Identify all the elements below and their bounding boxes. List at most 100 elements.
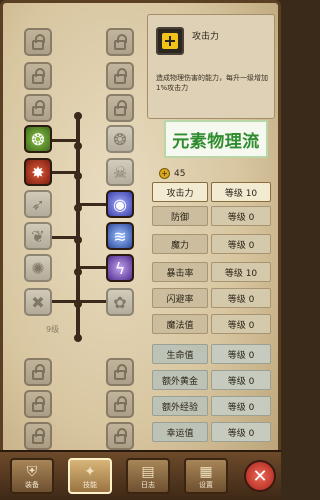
skill-slot-locked[interactable]: [24, 28, 52, 56]
skill-slot-unlearned[interactable]: ❦: [24, 222, 52, 250]
skill-slot-poison[interactable]: ❂: [24, 125, 52, 153]
lock-icon: [114, 364, 127, 380]
wind-icon: ✺: [31, 258, 45, 278]
stat-row-dodge[interactable]: 闪避率 等级 0: [152, 288, 272, 308]
skill-points: + 45: [159, 168, 185, 179]
tier-label: 9级: [46, 325, 60, 334]
stat-level: 等级 0: [211, 396, 271, 416]
skill-slot-unlearned[interactable]: ✺: [24, 254, 52, 282]
map-icon: ▦: [199, 464, 213, 480]
stat-name: 防御: [152, 206, 208, 226]
lock-icon: [32, 396, 45, 412]
skill-slot-locked[interactable]: [24, 422, 52, 450]
skill-description: 造成物理伤害的能力，每升一级增加1%攻击力: [156, 74, 268, 92]
skill-icon: [156, 27, 184, 55]
stat-name: 魔力: [152, 234, 208, 254]
stat-row-mana[interactable]: 魔法值 等级 0: [152, 314, 272, 334]
lock-icon: [114, 34, 127, 50]
stat-level: 等级 10: [211, 182, 271, 202]
shield-icon: ⛨: [26, 464, 38, 480]
stat-level: 等级 0: [211, 370, 271, 390]
skill-slot-locked[interactable]: [24, 62, 52, 90]
stat-row-exp[interactable]: 额外经验 等级 0: [152, 396, 272, 416]
stat-name: 幸运值: [152, 422, 208, 442]
skill-slot-locked[interactable]: [24, 94, 52, 122]
lock-icon: [114, 68, 127, 84]
stat-level: 等级 10: [211, 262, 271, 282]
tree-knot: [74, 112, 82, 120]
stat-row-gold[interactable]: 额外黄金 等级 0: [152, 370, 272, 390]
stat-level: 等级 0: [211, 288, 271, 308]
stat-name: 额外黄金: [152, 370, 208, 390]
dragon-icon: ❦: [31, 226, 45, 246]
claw-icon: ➶: [31, 194, 45, 214]
stat-row-luck[interactable]: 幸运值 等级 0: [152, 422, 272, 442]
stat-level: 等级 0: [211, 314, 271, 334]
stat-row-defense[interactable]: 防御 等级 0: [152, 206, 272, 226]
skill-slot-locked[interactable]: [24, 358, 52, 386]
lock-icon: [32, 68, 45, 84]
skill-slot-unlearned[interactable]: ✿: [106, 288, 134, 316]
nav-label: 技能: [83, 481, 97, 489]
skill-slot-eye[interactable]: ◉: [106, 190, 134, 218]
stat-row-crit[interactable]: 暴击率 等级 10: [152, 262, 272, 282]
tree-branch: [52, 300, 78, 303]
skill-slot-unlearned[interactable]: ➶: [24, 190, 52, 218]
plus-coin-icon: +: [159, 168, 170, 179]
close-icon: ✕: [252, 465, 268, 487]
skill-slot-unlearned[interactable]: ✖: [24, 288, 52, 316]
stat-row-hp[interactable]: 生命值 等级 0: [152, 344, 272, 364]
tree-branch: [52, 171, 78, 174]
tree-branch: [52, 236, 78, 239]
tree-branch: [78, 300, 106, 303]
book-icon: ▤: [141, 464, 155, 480]
vortex-icon: ✿: [113, 292, 127, 312]
eye-icon: ◉: [113, 194, 127, 214]
stat-level: 等级 0: [211, 206, 271, 226]
stat-name: 生命值: [152, 344, 208, 364]
skill-slot-fire[interactable]: ✸: [24, 158, 52, 186]
tree-branch: [52, 139, 78, 142]
stat-row-attack[interactable]: 攻击力 等级 10: [152, 182, 272, 202]
skill-slot-locked[interactable]: [106, 358, 134, 386]
tree-branch: [78, 203, 106, 206]
nav-label: 日志: [141, 481, 155, 489]
nav-settings-button[interactable]: ▦ 设置: [184, 458, 228, 494]
skill-slot-water[interactable]: ≋: [106, 222, 134, 250]
stat-name: 闪避率: [152, 288, 208, 308]
nav-equipment-button[interactable]: ⛨ 装备: [10, 458, 54, 494]
skill-slot-unlearned[interactable]: ❂: [106, 125, 134, 153]
nav-skills-button[interactable]: ✦ 技能: [68, 458, 112, 494]
nav-log-button[interactable]: ▤ 日志: [126, 458, 170, 494]
skill-slot-locked[interactable]: [106, 28, 134, 56]
fire-skull-icon: ✸: [31, 162, 45, 182]
lock-icon: [32, 100, 45, 116]
wave-icon: ≋: [113, 226, 127, 246]
attack-plus-icon: [162, 33, 178, 49]
skill-title: 攻击力: [192, 32, 220, 42]
skill-slot-locked[interactable]: [106, 390, 134, 418]
beast-icon: ❂: [113, 129, 127, 149]
lock-icon: [32, 428, 45, 444]
stat-level: 等级 0: [211, 422, 271, 442]
skill-card: 攻击力 造成物理伤害的能力，每升一级增加1%攻击力: [147, 14, 275, 119]
skill-slot-lightning[interactable]: ϟ: [106, 254, 134, 282]
skill-slot-locked[interactable]: [106, 62, 134, 90]
stat-name: 魔法值: [152, 314, 208, 334]
skull-icon: ☠: [112, 162, 128, 182]
build-banner: 元素物理流: [164, 120, 268, 158]
skill-slot-unlearned[interactable]: ☠: [106, 158, 134, 186]
skill-slot-locked[interactable]: [24, 390, 52, 418]
skill-points-value: 45: [174, 168, 186, 179]
stat-name: 攻击力: [152, 182, 208, 202]
lock-icon: [114, 100, 127, 116]
lock-icon: [114, 428, 127, 444]
stat-row-magic[interactable]: 魔力 等级 0: [152, 234, 272, 254]
skill-slot-locked[interactable]: [106, 422, 134, 450]
lock-icon: [32, 34, 45, 50]
skill-icon: ✦: [84, 464, 96, 480]
lock-icon: [32, 364, 45, 380]
close-button[interactable]: ✕: [244, 460, 276, 492]
skill-slot-locked[interactable]: [106, 94, 134, 122]
skill-tree: ❂ ✸ ➶ ❦ ✺ ✖ ❂ ☠ ◉ ≋ ϟ ✿ 9级: [0, 0, 145, 450]
